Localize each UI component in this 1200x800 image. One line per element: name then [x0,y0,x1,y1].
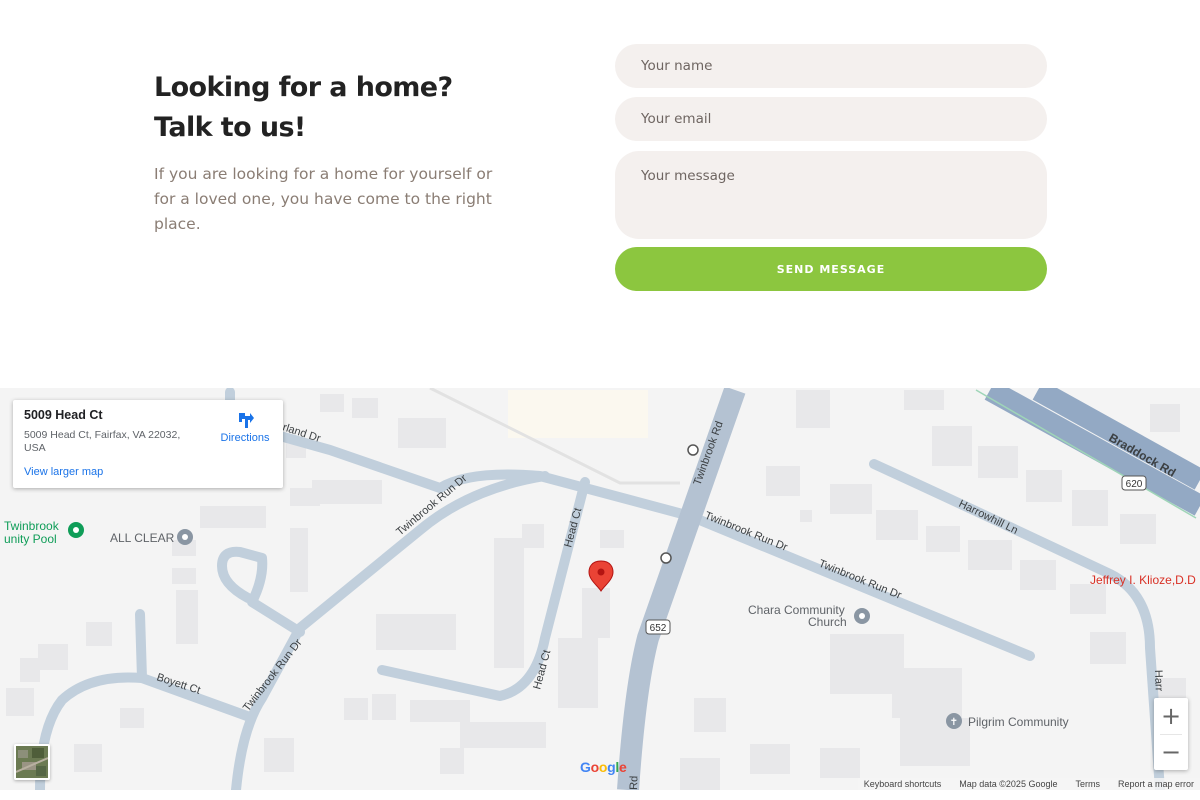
place-address: 5009 Head Ct, Fairfax, VA 22032, USA [24,429,181,454]
pilgrim-label: Pilgrim Community [968,715,1069,729]
contact-section: Looking for a home? Talk to us! If you a… [0,0,1200,388]
view-larger-map-link[interactable]: View larger map [24,466,103,478]
map-area [508,390,648,438]
directions-button[interactable]: Directions [215,410,275,450]
heading-line-2: Talk to us! [154,112,306,143]
route-shield-620: 620 [1121,475,1147,491]
map-attribution: Keyboard shortcuts Map data ©2025 Google… [857,778,1200,790]
satellite-toggle-button[interactable] [14,744,50,780]
route-shield-652: 652 [645,619,671,635]
name-input[interactable] [615,44,1047,88]
keyboard-shortcuts-link[interactable]: Keyboard shortcuts [864,779,942,789]
zoom-divider [1160,734,1182,735]
directions-icon [239,413,254,428]
svg-text:620: 620 [1126,479,1143,490]
chara-label-2: Church [808,615,847,629]
pool-label-2: unity Pool [4,532,57,546]
all-clear-poi[interactable]: ALL CLEAR [110,529,193,545]
heading-line-1: Looking for a home? [154,72,453,103]
road-label-harr-stub: Harr [1152,670,1165,692]
contact-intro: If you are looking for a home for yourse… [154,165,493,233]
road-label-twinbrook-run-3: Twinbrook Run Dr [817,558,903,602]
report-map-error-link[interactable]: Report a map error [1118,779,1194,789]
email-input[interactable] [615,97,1047,141]
pool-label-1: Twinbrook [4,519,60,533]
zoom-controls: + − [1154,698,1188,770]
klioze-label: Jeffrey I. Klioze,D.D [1090,573,1196,587]
terms-link[interactable]: Terms [1075,779,1100,789]
location-marker-icon[interactable] [588,560,614,592]
road-label-head-ct-1: Head Ct [562,507,584,549]
road-label-rd-stub: Rd [628,776,640,790]
place-info-card: 5009 Head Ct 5009 Head Ct, Fairfax, VA 2… [13,400,283,488]
map-data-text: Map data ©2025 Google [959,779,1058,789]
pool-poi[interactable]: Twinbrook unity Pool [4,519,84,546]
map-embed[interactable]: Twinbrook Rd Twinbrook Run Dr Twinbrook … [0,388,1200,790]
contact-heading: Looking for a home? Talk to us! [154,68,453,148]
send-message-button[interactable]: SEND MESSAGE [615,247,1047,291]
klioze-poi[interactable]: Jeffrey I. Klioze,D.D [1090,573,1196,587]
zoom-in-button[interactable]: + [1154,698,1188,734]
road-label-harrowhill: Harrowhill Ln [957,498,1020,537]
svg-text:652: 652 [650,623,667,634]
zoom-out-button[interactable]: − [1154,734,1188,770]
chara-church-poi[interactable]: Chara Community Church [748,603,870,629]
google-logo: Google [580,759,627,775]
place-title: 5009 Head Ct [24,408,103,422]
satellite-thumbnail-icon [16,746,48,778]
road-label-twinbrook-run-4: Twinbrook Run Dr [241,637,305,714]
svg-text:✝: ✝ [950,717,958,728]
all-clear-label: ALL CLEAR [110,531,175,545]
directions-label: Directions [220,432,270,444]
message-textarea[interactable] [615,151,1047,239]
